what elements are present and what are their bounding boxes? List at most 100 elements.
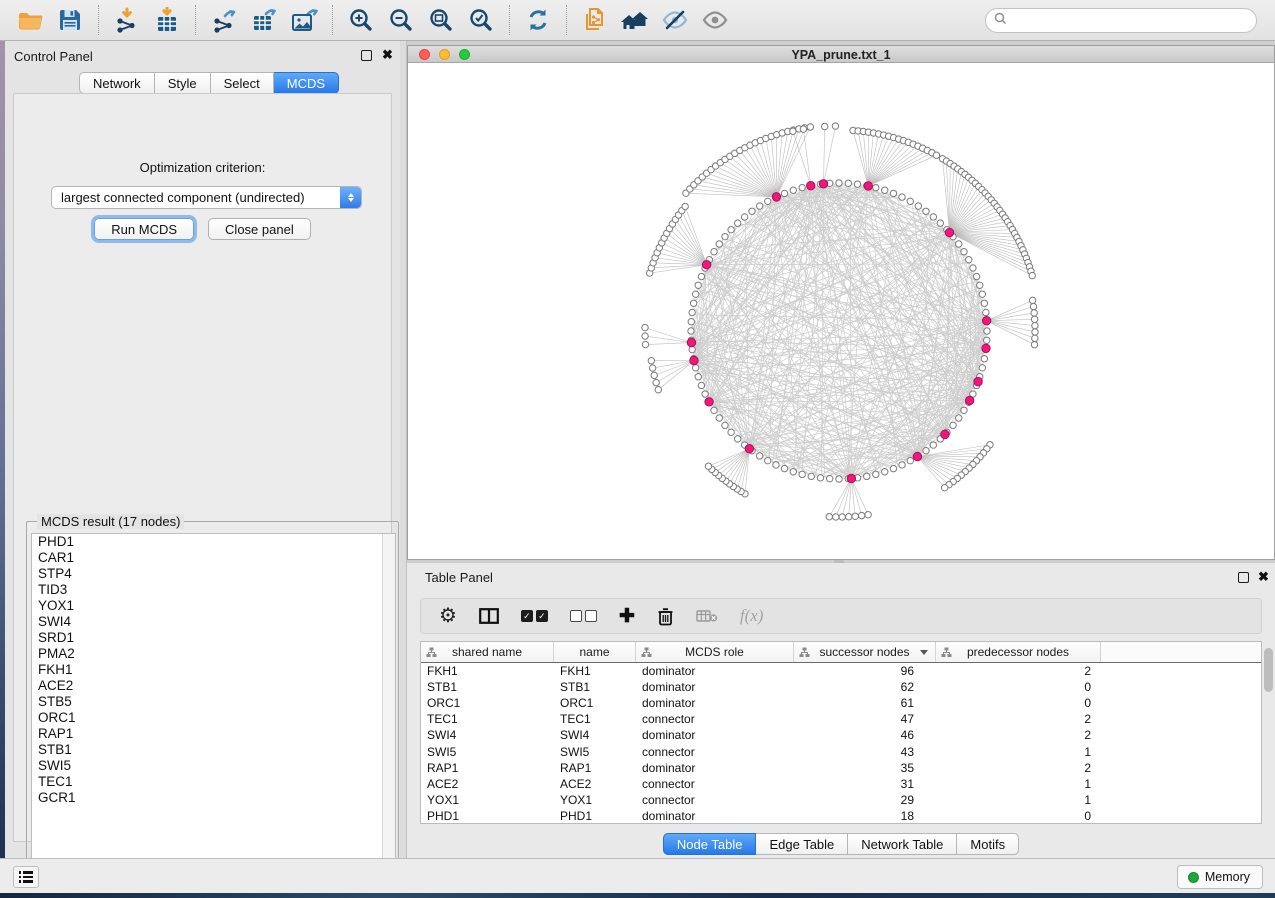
graph-node[interactable] <box>711 407 717 413</box>
zoom-selected-button[interactable] <box>461 3 501 37</box>
graph-node[interactable] <box>648 358 654 364</box>
table-cell[interactable]: RAP1 <box>421 761 554 775</box>
graph-node[interactable] <box>728 226 734 232</box>
graph-node[interactable] <box>807 124 813 130</box>
table-cell[interactable]: 2 <box>936 712 1101 726</box>
column-header-predecessor-nodes[interactable]: predecessor nodes <box>936 642 1101 662</box>
graph-node[interactable] <box>716 415 722 421</box>
mcds-result-item[interactable]: PHD1 <box>32 534 395 550</box>
graph-node[interactable] <box>984 328 990 334</box>
memory-button[interactable]: Memory <box>1177 865 1263 889</box>
network-window-titlebar[interactable]: YPA_prune.txt_1 <box>408 46 1274 63</box>
mcds-result-item[interactable]: STB5 <box>32 694 395 710</box>
graph-hub-node[interactable] <box>705 398 713 406</box>
graph-node[interactable] <box>1029 297 1035 303</box>
graph-node[interactable] <box>653 379 659 385</box>
graph-node[interactable] <box>698 382 704 388</box>
graph-node[interactable] <box>692 291 698 297</box>
graph-node[interactable] <box>689 346 695 352</box>
table-cell[interactable]: connector <box>636 745 794 759</box>
table-row[interactable]: PHD1PHD1dominator180 <box>421 808 1261 824</box>
graph-hub-node[interactable] <box>687 338 695 346</box>
graph-node[interactable] <box>983 309 989 315</box>
table-cell[interactable]: FKH1 <box>421 664 554 678</box>
graph-node[interactable] <box>839 514 845 520</box>
graph-node[interactable] <box>688 328 694 334</box>
graph-node[interactable] <box>765 457 771 463</box>
graph-node[interactable] <box>836 476 842 482</box>
graph-node[interactable] <box>865 512 871 518</box>
graph-node[interactable] <box>858 512 864 518</box>
graph-node[interactable] <box>689 309 695 315</box>
graph-node[interactable] <box>1032 329 1038 335</box>
mcds-result-item[interactable]: FKH1 <box>32 662 395 678</box>
graph-node[interactable] <box>682 203 688 209</box>
table-cell[interactable]: ORC1 <box>421 696 554 710</box>
table-row[interactable]: YOX1YOX1connector291 <box>421 792 1261 808</box>
graph-node[interactable] <box>692 365 698 371</box>
graph-node[interactable] <box>907 198 913 204</box>
graph-node[interactable] <box>961 248 967 254</box>
mcds-result-item[interactable]: GCR1 <box>32 790 395 806</box>
table-cell[interactable]: 18 <box>794 809 936 823</box>
table-cell[interactable]: 2 <box>936 664 1101 678</box>
table-cell[interactable]: 31 <box>794 777 936 791</box>
table-cell[interactable]: RAP1 <box>554 761 636 775</box>
tab-network[interactable]: Network <box>79 72 155 94</box>
graph-node[interactable] <box>961 407 967 413</box>
graph-node[interactable] <box>756 453 762 459</box>
graph-node[interactable] <box>734 436 740 442</box>
tab-edge-table[interactable]: Edge Table <box>756 833 848 855</box>
zoom-out-button[interactable] <box>381 3 421 37</box>
graph-hub-node[interactable] <box>941 430 949 438</box>
graph-node[interactable] <box>642 324 648 330</box>
graph-node[interactable] <box>808 473 814 479</box>
graph-node[interactable] <box>690 300 696 306</box>
float-panel-icon[interactable] <box>1238 572 1249 583</box>
save-session-button[interactable] <box>50 3 90 37</box>
graph-node[interactable] <box>1031 316 1037 322</box>
refresh-button[interactable] <box>518 3 558 37</box>
graph-node[interactable] <box>695 374 701 380</box>
table-cell[interactable]: dominator <box>636 809 794 823</box>
duplicate-network-button[interactable] <box>575 3 615 37</box>
graph-node[interactable] <box>854 181 860 187</box>
close-panel-icon[interactable]: ✖ <box>1258 570 1269 584</box>
tab-network-table[interactable]: Network Table <box>848 833 957 855</box>
mcds-result-item[interactable]: STP4 <box>32 566 395 582</box>
graph-node[interactable] <box>973 273 979 279</box>
graph-node[interactable] <box>790 469 796 475</box>
graph-node[interactable] <box>781 465 787 471</box>
graph-node[interactable] <box>722 422 728 428</box>
table-row[interactable]: TEC1TEC1connector472 <box>421 711 1261 727</box>
graph-node[interactable] <box>979 365 985 371</box>
column-view-icon[interactable] <box>479 602 499 630</box>
table-cell[interactable]: ACE2 <box>421 777 554 791</box>
graph-node[interactable] <box>864 473 870 479</box>
graph-node[interactable] <box>749 208 755 214</box>
graph-node[interactable] <box>800 126 806 132</box>
table-cell[interactable]: SWI5 <box>421 745 554 759</box>
table-cell[interactable]: ACE2 <box>554 777 636 791</box>
graph-node[interactable] <box>765 198 771 204</box>
column-header-MCDS-role[interactable]: MCDS role <box>636 642 794 662</box>
zoom-in-button[interactable] <box>341 3 381 37</box>
graph-node[interactable] <box>873 184 879 190</box>
graph-node[interactable] <box>642 333 648 339</box>
graph-node[interactable] <box>799 184 805 190</box>
tab-mcds[interactable]: MCDS <box>274 72 339 94</box>
mcds-result-item[interactable]: PMA2 <box>32 646 395 662</box>
graph-hub-node[interactable] <box>913 452 921 460</box>
criterion-dropdown[interactable]: largest connected component (undirected) <box>51 186 362 209</box>
tab-style[interactable]: Style <box>155 72 211 94</box>
graph-node[interactable] <box>981 356 987 362</box>
graph-hub-node[interactable] <box>982 316 990 324</box>
graph-node[interactable] <box>836 180 842 186</box>
table-row[interactable]: FKH1FKH1dominator962 <box>421 663 1261 679</box>
graph-node[interactable] <box>1032 335 1038 341</box>
graph-node[interactable] <box>930 214 936 220</box>
graph-node[interactable] <box>923 208 929 214</box>
graph-hub-node[interactable] <box>864 182 872 190</box>
table-row[interactable]: STB1STB1dominator620 <box>421 679 1261 695</box>
mcds-result-item[interactable]: ORC1 <box>32 710 395 726</box>
